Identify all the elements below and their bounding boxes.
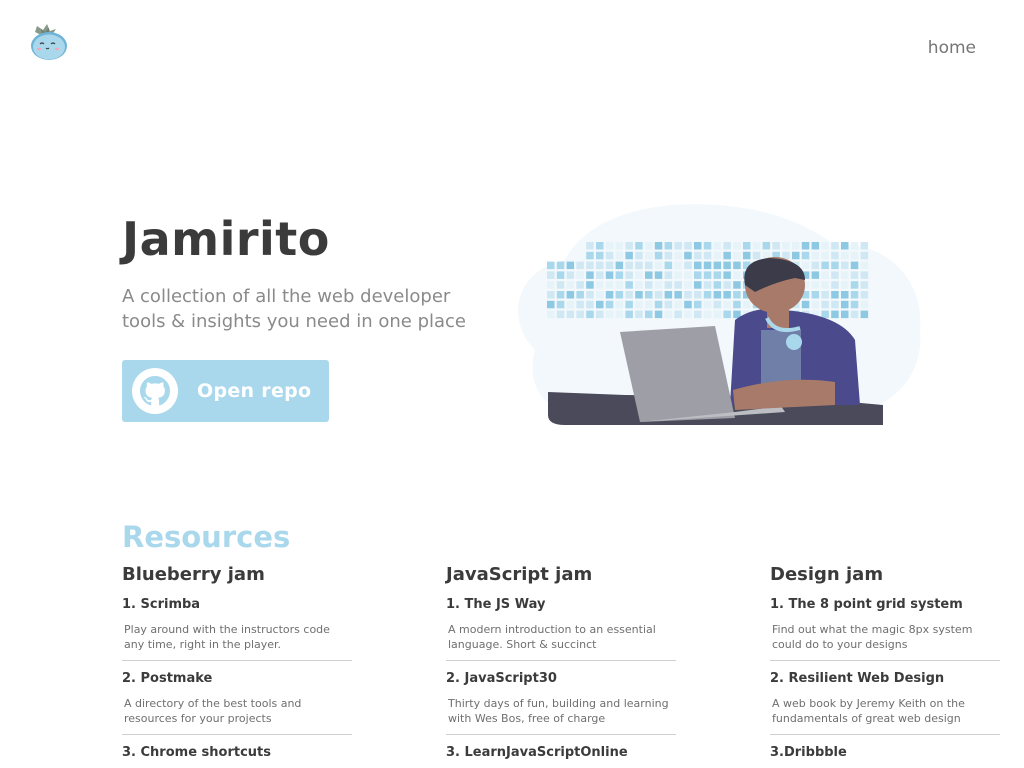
resource-item-title[interactable]: 3. LearnJavaScriptOnline bbox=[446, 745, 678, 760]
resource-item-title[interactable]: 1. The JS Way bbox=[446, 597, 678, 612]
resource-item[interactable]: 2. JavaScript30 Thirty days of fun, buil… bbox=[446, 671, 678, 735]
resource-column-javascript: JavaScript jam 1. The JS Way A modern in… bbox=[446, 564, 678, 768]
column-title: JavaScript jam bbox=[446, 564, 593, 585]
resource-column-design: Design jam 1. The 8 point grid system Fi… bbox=[770, 564, 1002, 768]
resource-item-desc: A directory of the best tools and resour… bbox=[122, 696, 352, 735]
hero-title: Jamirito bbox=[122, 212, 330, 266]
resource-item-title[interactable]: 2. Resilient Web Design bbox=[770, 671, 1002, 686]
column-title: Design jam bbox=[770, 564, 884, 585]
resource-item[interactable]: 1. Scrimba Play around with the instruct… bbox=[122, 597, 354, 661]
column-title: Blueberry jam bbox=[122, 564, 265, 585]
resource-item[interactable]: 3.Dribbble bbox=[770, 745, 1002, 760]
open-repo-label: Open repo bbox=[197, 380, 312, 402]
resources-title: Resources bbox=[122, 520, 291, 554]
developer-laptop-illustration bbox=[505, 200, 925, 430]
hero-subtitle: A collection of all the web developer to… bbox=[122, 286, 466, 332]
resource-item-title[interactable]: 2. JavaScript30 bbox=[446, 671, 678, 686]
resource-item[interactable]: 1. The 8 point grid system Find out what… bbox=[770, 597, 1002, 661]
resource-item[interactable]: 3. LearnJavaScriptOnline bbox=[446, 745, 678, 760]
resource-item-desc: Play around with the instructors code an… bbox=[122, 622, 352, 661]
resource-item-desc: Find out what the magic 8px system could… bbox=[770, 622, 1000, 661]
resource-item[interactable]: 2. Postmake A directory of the best tool… bbox=[122, 671, 354, 735]
open-repo-button[interactable]: Open repo bbox=[122, 360, 329, 422]
resource-item-desc: A web book by Jeremy Keith on the fundam… bbox=[770, 696, 1000, 735]
resource-item[interactable]: 1. The JS Way A modern introduction to a… bbox=[446, 597, 678, 661]
resource-column-blueberry: Blueberry jam 1. Scrimba Play around wit… bbox=[122, 564, 354, 768]
resource-item-title[interactable]: 3. Chrome shortcuts bbox=[122, 745, 354, 760]
resource-item-desc: A modern introduction to an essential la… bbox=[446, 622, 676, 661]
resource-item-title[interactable]: 2. Postmake bbox=[122, 671, 354, 686]
resource-item-title[interactable]: 1. Scrimba bbox=[122, 597, 354, 612]
blueberry-logo-icon[interactable] bbox=[27, 20, 71, 64]
resource-item-desc: Thirty days of fun, building and learnin… bbox=[446, 696, 676, 735]
resource-item-title[interactable]: 1. The 8 point grid system bbox=[770, 597, 1002, 612]
github-icon bbox=[132, 368, 178, 414]
nav-home-link[interactable]: home bbox=[928, 38, 976, 58]
resource-item[interactable]: 2. Resilient Web Design A web book by Je… bbox=[770, 671, 1002, 735]
resource-item[interactable]: 3. Chrome shortcuts bbox=[122, 745, 354, 760]
resource-item-title[interactable]: 3.Dribbble bbox=[770, 745, 1002, 760]
